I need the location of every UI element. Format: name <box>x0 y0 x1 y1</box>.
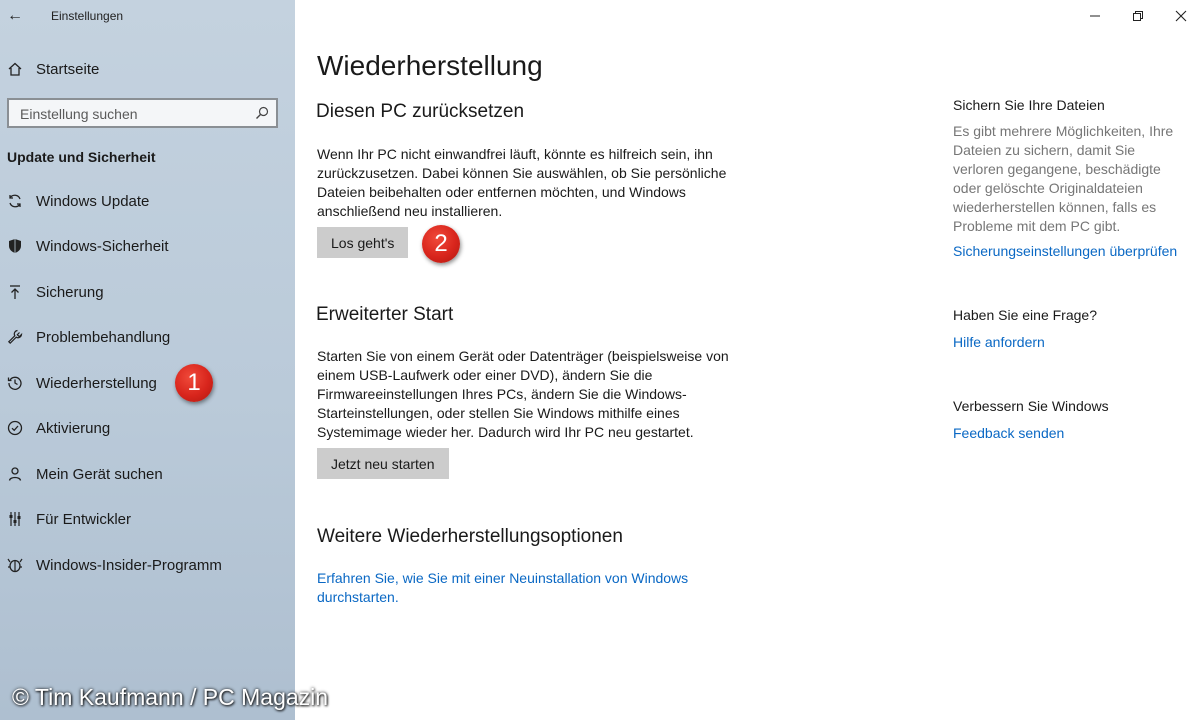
search-input[interactable] <box>18 104 252 124</box>
sidebar-item-label: Wiederherstellung <box>36 374 157 392</box>
annotation-badge-2: 2 <box>422 225 460 263</box>
question-heading: Haben Sie eine Frage? <box>953 307 1097 323</box>
reset-description: Wenn Ihr PC nicht einwandfrei läuft, kön… <box>317 146 727 219</box>
nav-home-label: Startseite <box>36 60 100 78</box>
copyright-watermark: © Tim Kaufmann / PC Magazin <box>12 684 329 710</box>
sidebar-item-label: Windows-Sicherheit <box>36 237 169 255</box>
sidebar-item-activation[interactable]: Aktivierung <box>0 410 295 446</box>
back-arrow-icon: ← <box>7 7 23 24</box>
refresh-icon <box>6 192 24 210</box>
sidebar-item-troubleshoot[interactable]: Problembehandlung <box>0 319 295 355</box>
check-circle-icon <box>6 419 24 437</box>
improve-heading: Verbessern Sie Windows <box>953 398 1109 414</box>
app-title: Einstellungen <box>51 9 124 23</box>
sidebar-item-find-device[interactable]: Mein Gerät suchen <box>0 456 295 492</box>
backup-heading: Sichern Sie Ihre Dateien <box>953 97 1105 113</box>
minimize-icon <box>1090 15 1100 17</box>
sidebar-item-label: Aktivierung <box>36 419 111 437</box>
shield-icon <box>6 237 24 255</box>
sidebar-item-label: Für Entwickler <box>36 510 132 528</box>
developer-icon <box>6 510 24 528</box>
restart-now-button[interactable]: Jetzt neu starten <box>317 448 449 479</box>
restore-button[interactable] <box>1116 0 1160 32</box>
insider-icon <box>6 556 24 574</box>
advanced-start-description: Starten Sie von einem Gerät oder Datentr… <box>317 348 729 440</box>
reset-pc-button[interactable]: Los geht's <box>317 227 409 258</box>
sidebar-item-windows-security[interactable]: Windows-Sicherheit <box>0 228 295 264</box>
sidebar-item-developers[interactable]: Für Entwickler <box>0 501 295 537</box>
sidebar-item-windows-update[interactable]: Windows Update <box>0 183 295 219</box>
back-button[interactable]: ← <box>0 0 30 32</box>
feedback-link[interactable]: Feedback senden <box>953 424 1064 443</box>
close-icon <box>1175 10 1187 22</box>
wrench-icon <box>6 328 24 346</box>
sidebar: ← Einstellungen Startseite Update und Si… <box>0 0 295 720</box>
page-title: Wiederherstellung <box>317 50 543 81</box>
sidebar-item-label: Windows-Insider-Programm <box>36 556 222 574</box>
more-options-heading: Weitere Wiederherstellungsoptionen <box>317 526 623 547</box>
backup-settings-link[interactable]: Sicherungseinstellungen überprüfen <box>953 242 1177 261</box>
reset-heading: Diesen PC zurücksetzen <box>316 101 525 122</box>
sidebar-item-label: Problembehandlung <box>36 328 171 346</box>
sidebar-item-recovery[interactable]: Wiederherstellung <box>0 365 295 401</box>
sidebar-item-label: Mein Gerät suchen <box>36 465 163 483</box>
restore-icon <box>1133 11 1143 21</box>
nav-home[interactable]: Startseite <box>0 53 295 85</box>
search-icon[interactable] <box>254 105 270 121</box>
clean-install-link[interactable]: Erfahren Sie, wie Sie mit einer Neuinsta… <box>317 569 697 607</box>
search-box[interactable] <box>7 98 278 128</box>
history-icon <box>6 374 24 392</box>
advanced-start-heading: Erweiterter Start <box>316 304 454 325</box>
person-pin-icon <box>6 465 24 483</box>
sidebar-item-insider[interactable]: Windows-Insider-Programm <box>0 547 295 583</box>
main-content: Wiederherstellung Diesen PC zurücksetzen… <box>295 0 1200 720</box>
close-button[interactable] <box>1159 0 1200 32</box>
backup-description: Es gibt mehrere Möglichkeiten, Ihre Date… <box>953 123 1174 234</box>
get-help-link[interactable]: Hilfe anfordern <box>953 333 1045 352</box>
sidebar-item-label: Sicherung <box>36 283 104 301</box>
home-icon <box>6 60 24 78</box>
minimize-button[interactable] <box>1073 0 1117 32</box>
annotation-badge-1: 1 <box>175 364 213 402</box>
sidebar-item-label: Windows Update <box>36 192 150 210</box>
sidebar-item-backup[interactable]: Sicherung <box>0 274 295 310</box>
section-title: Update und Sicherheit <box>7 149 156 165</box>
upload-icon <box>6 283 24 301</box>
